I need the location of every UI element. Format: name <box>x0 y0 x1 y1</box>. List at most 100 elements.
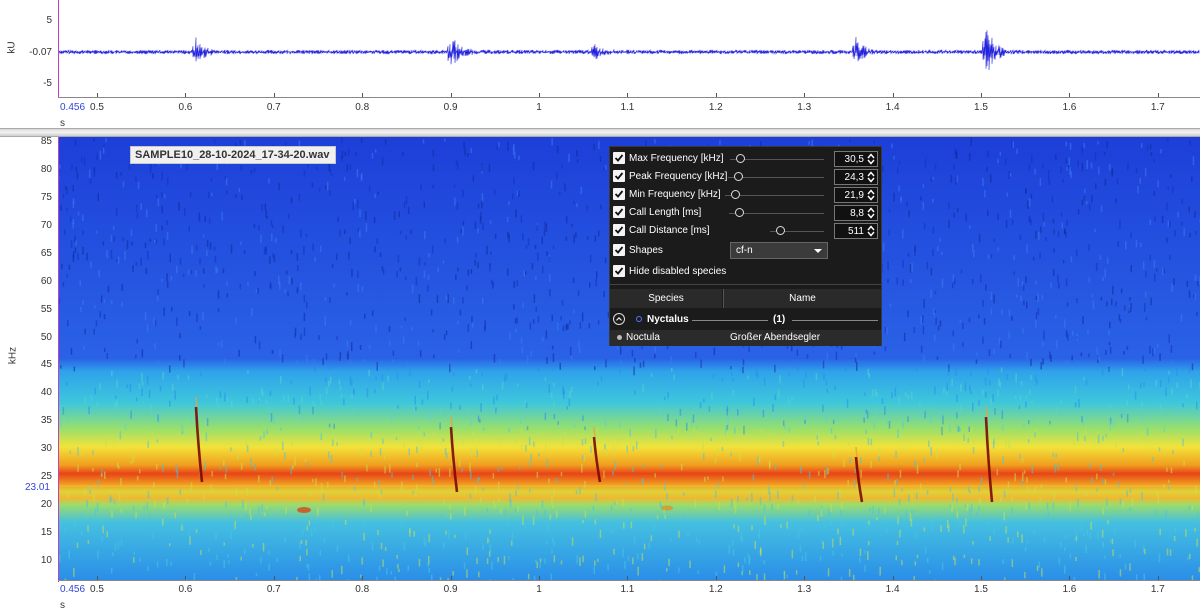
param-checkbox[interactable] <box>613 206 625 218</box>
species-common-name: Großer Abendsegler <box>730 332 821 343</box>
spec-xtick-mark <box>1157 576 1159 580</box>
param-value: 8,8 <box>850 208 864 219</box>
species-table-header: Species Name <box>610 289 881 308</box>
param-label: Peak Frequency [kHz] <box>629 171 728 182</box>
spec-xtick-mark <box>450 576 452 580</box>
osc-xtick-label: 0.9 <box>443 102 458 113</box>
spin-arrows-icon[interactable] <box>867 189 875 201</box>
spec-xtick-mark <box>539 576 540 580</box>
spec-ytick-label: 40 <box>40 387 52 399</box>
spec-x-start-label: 0.456 <box>60 584 86 595</box>
collapse-icon[interactable] <box>613 313 625 325</box>
param-spinbox[interactable]: 8,8 <box>834 205 878 221</box>
param-label: Max Frequency [kHz] <box>629 153 724 164</box>
column-header-species[interactable]: Species <box>610 289 722 308</box>
osc-xtick-label: 0.7 <box>266 102 281 113</box>
chevron-down-icon <box>814 249 822 253</box>
osc-xtick-label: 1 <box>536 102 542 113</box>
osc-xtick-mark <box>97 93 98 97</box>
spec-ytick-label: 15 <box>40 527 52 539</box>
osc-xtick-label: 0.8 <box>355 102 370 113</box>
spin-arrows-icon[interactable] <box>867 225 875 237</box>
param-spinbox[interactable]: 24,3 <box>834 169 878 185</box>
spec-ytick-label: 55 <box>40 303 52 315</box>
param-slider-handle[interactable] <box>776 226 785 235</box>
spec-xtick-mark <box>185 576 187 580</box>
osc-y-axis <box>58 0 59 98</box>
spec-ytick-label: 60 <box>40 275 52 287</box>
param-spinbox[interactable]: 511 <box>834 223 878 239</box>
osc-xtick-mark <box>981 93 982 97</box>
spec-xtick-label: 0.7 <box>266 584 281 595</box>
spectrogram-pane[interactable]: kHz 85 80 75 70 65 60 55 50 45 40 35 30 25 20 15 10 23.… <box>0 136 1200 613</box>
osc-xtick-label: 0.5 <box>90 102 104 113</box>
spin-arrows-icon[interactable] <box>867 171 875 183</box>
cursor-frequency-label: 23.01 <box>24 482 50 493</box>
spec-xtick-label: 1.3 <box>797 584 812 595</box>
param-row: Min Frequency [kHz] 21,9 <box>610 186 881 204</box>
param-slider-handle[interactable] <box>734 172 743 181</box>
param-row: Call Length [ms] 8,8 <box>610 204 881 222</box>
panel-divider <box>610 284 881 285</box>
osc-xtick-mark <box>273 93 275 97</box>
param-spinbox[interactable]: 21,9 <box>834 187 878 203</box>
param-slider-handle[interactable] <box>735 208 744 217</box>
osc-xtick-mark <box>185 93 187 97</box>
osc-ytick: -0.07 <box>29 47 52 58</box>
param-spinbox[interactable]: 30,5 <box>834 151 878 167</box>
param-value: 24,3 <box>844 172 864 183</box>
species-filter-panel[interactable]: Max Frequency [kHz] 30,5 Peak Frequency [k… <box>609 146 882 346</box>
param-slider-handle[interactable] <box>731 190 740 199</box>
species-bullet-icon <box>617 335 622 340</box>
spec-xtick-label: 1.4 <box>885 584 900 595</box>
spec-ytick-label: 85 <box>40 136 52 147</box>
shapes-dropdown[interactable]: cf-n <box>730 242 828 259</box>
column-header-name[interactable]: Name <box>724 289 881 308</box>
param-row: Peak Frequency [kHz] 24,3 <box>610 168 881 186</box>
hide-disabled-label: Hide disabled species <box>629 266 727 277</box>
hide-disabled-checkbox[interactable] <box>613 265 625 277</box>
param-label: Call Length [ms] <box>629 207 702 218</box>
param-label: Min Frequency [kHz] <box>629 189 721 200</box>
osc-xtick-label: 1.5 <box>974 102 988 113</box>
species-scientific-name: Noctula <box>626 332 660 343</box>
param-checkbox[interactable] <box>613 170 625 182</box>
group-count: (1) <box>773 314 786 325</box>
spec-xtick-label: 0.8 <box>355 584 370 595</box>
waveform-trace[interactable] <box>58 0 1200 96</box>
oscillogram-pane[interactable]: kU 5 -0.07 -5 0.456 0.5 0.6 0.7 0.8 0.9 1 1.1 1… <box>0 0 1200 130</box>
osc-x-start-label: 0.456 <box>60 102 86 113</box>
osc-ytick: 5 <box>46 15 52 26</box>
osc-xtick-mark <box>1069 93 1071 97</box>
param-row: Max Frequency [kHz] 30,5 <box>610 150 881 168</box>
spec-x-unit: s <box>60 600 65 611</box>
osc-xtick-mark <box>450 93 452 97</box>
osc-xtick-mark <box>892 93 894 97</box>
spec-xtick-label: 0.6 <box>178 584 193 595</box>
spin-arrows-icon[interactable] <box>867 207 875 219</box>
species-group-row[interactable]: Nyctalus (1) <box>610 311 881 329</box>
osc-xtick-label: 1.2 <box>708 102 723 113</box>
osc-xtick-label: 1.3 <box>797 102 812 113</box>
group-name: Nyctalus <box>647 314 689 325</box>
param-checkbox[interactable] <box>613 224 625 236</box>
param-checkbox[interactable] <box>613 152 625 164</box>
osc-xtick-mark <box>715 93 717 97</box>
spec-xtick-label: 0.5 <box>90 584 104 595</box>
spin-arrows-icon[interactable] <box>867 153 875 165</box>
param-slider-handle[interactable] <box>736 154 745 163</box>
spec-xtick-label: 1.2 <box>708 584 723 595</box>
osc-xtick-label: 1.4 <box>885 102 900 113</box>
pane-splitter[interactable] <box>0 128 1200 137</box>
osc-xtick-mark <box>1157 93 1159 97</box>
shapes-checkbox[interactable] <box>613 244 625 256</box>
spec-xtick-mark <box>97 576 98 580</box>
species-row[interactable]: Noctula Großer Abendsegler <box>610 330 881 346</box>
spec-xtick-mark <box>804 576 806 580</box>
spec-ytick-label: 20 <box>40 499 52 511</box>
spec-ytick-label: 75 <box>40 191 52 203</box>
osc-xtick-mark <box>539 93 540 97</box>
param-value: 21,9 <box>844 190 864 201</box>
spec-ytick-label: 80 <box>40 163 52 175</box>
param-checkbox[interactable] <box>613 188 625 200</box>
